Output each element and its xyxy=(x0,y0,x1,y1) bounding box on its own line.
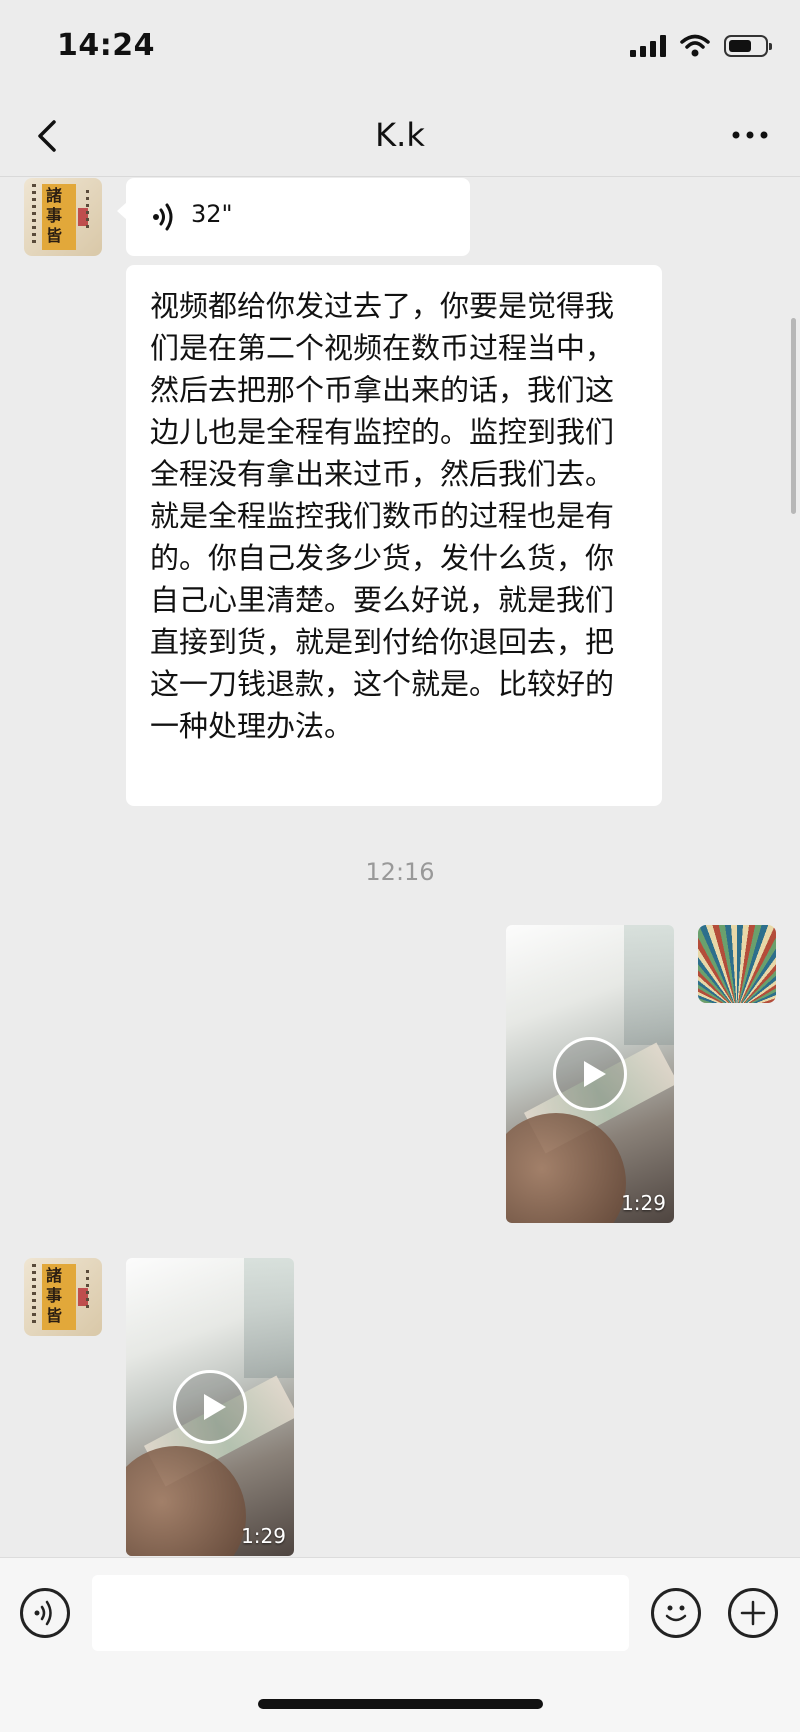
voice-wave-icon xyxy=(34,1600,52,1626)
status-time: 14:24 xyxy=(57,28,155,63)
emoji-button[interactable] xyxy=(651,1588,701,1638)
video-duration: 1:29 xyxy=(241,1524,286,1548)
contact-avatar[interactable]: 諸事皆 xyxy=(24,1258,102,1336)
voice-message-bubble[interactable]: 32" xyxy=(117,178,470,256)
status-icons xyxy=(630,34,772,58)
contact-avatar[interactable]: 諸事皆 xyxy=(24,178,102,256)
message-text: 视频都给你发过去了，你要是觉得我们是在第二个视频在数币过程当中，然后去把那个币拿… xyxy=(150,289,615,743)
video-duration: 1:29 xyxy=(621,1191,666,1215)
chat-timestamp: 12:16 xyxy=(365,858,435,886)
my-avatar[interactable] xyxy=(698,925,776,1003)
video-message-received[interactable]: 1:29 xyxy=(126,1258,294,1556)
video-message-sent[interactable]: 1:29 xyxy=(506,925,674,1223)
battery-icon xyxy=(724,35,772,57)
chat-nav-bar: K.k xyxy=(0,100,800,177)
cellular-signal-icon xyxy=(630,35,666,57)
text-message-bubble[interactable]: 视频都给你发过去了，你要是觉得我们是在第二个视频在数币过程当中，然后去把那个币拿… xyxy=(126,265,662,806)
avatar-calligraphy-art: 諸事皆 xyxy=(46,186,63,245)
more-dots-icon[interactable] xyxy=(730,128,770,142)
message-input[interactable] xyxy=(92,1575,629,1651)
voice-wave-icon xyxy=(153,203,173,231)
home-indicator[interactable] xyxy=(258,1699,543,1709)
voice-toggle-button[interactable] xyxy=(20,1588,70,1638)
plus-icon xyxy=(740,1600,766,1626)
status-bar: 14:24 xyxy=(0,0,800,100)
avatar-calligraphy-art: 諸事皆 xyxy=(46,1266,63,1325)
smiley-icon xyxy=(665,1605,687,1622)
plus-button[interactable] xyxy=(728,1588,778,1638)
scrollbar[interactable] xyxy=(791,318,796,514)
play-icon[interactable] xyxy=(553,1037,627,1111)
play-icon[interactable] xyxy=(173,1370,247,1444)
chat-title: K.k xyxy=(375,116,425,154)
voice-duration: 32" xyxy=(191,200,233,228)
wifi-icon xyxy=(680,34,710,57)
